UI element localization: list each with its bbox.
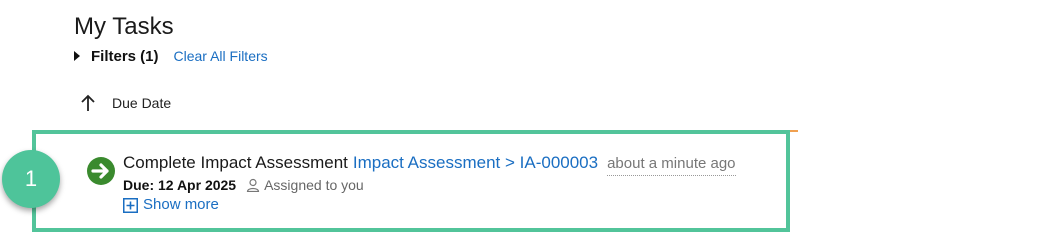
- sort-label: Due Date: [112, 95, 172, 111]
- task-assignee: Assigned to you: [246, 176, 364, 194]
- page-title: My Tasks: [74, 13, 174, 40]
- task-title: Complete Impact Assessment: [123, 153, 348, 172]
- caret-right-icon[interactable]: [74, 51, 80, 61]
- arrow-right-circle-icon: [87, 157, 115, 185]
- step-callout-badge: 1: [2, 150, 60, 208]
- show-more-label: Show more: [143, 196, 219, 213]
- task-due-date: Due: 12 Apr 2025: [123, 177, 237, 193]
- assigned-label: Assigned to you: [264, 177, 364, 193]
- person-icon: [246, 178, 260, 192]
- sort-due-date-button[interactable]: Due Date: [80, 93, 171, 113]
- filters-row: Filters (1) Clear All Filters: [74, 46, 268, 66]
- task-header: Complete Impact Assessment Impact Assess…: [123, 152, 736, 176]
- filters-toggle[interactable]: Filters (1): [91, 48, 159, 65]
- arrow-up-icon: [81, 94, 95, 111]
- clear-all-filters-link[interactable]: Clear All Filters: [174, 48, 268, 64]
- task-record-link[interactable]: Impact Assessment > IA-000003: [353, 152, 598, 174]
- plus-box-icon: [123, 197, 138, 213]
- task-meta: Due: 12 Apr 2025 Assigned to you: [123, 176, 364, 194]
- show-more-button[interactable]: Show more: [123, 196, 219, 214]
- task-timestamp: about a minute ago: [607, 153, 736, 176]
